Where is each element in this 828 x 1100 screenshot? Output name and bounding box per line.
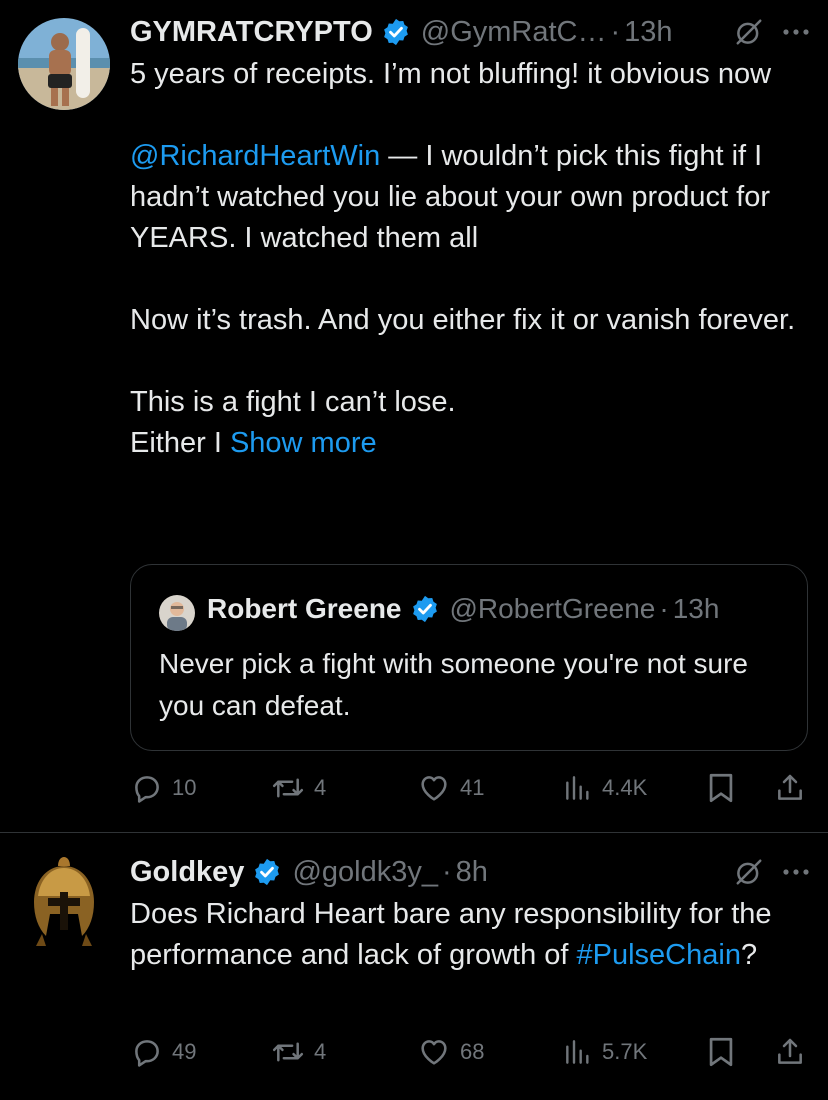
grok-icon[interactable] [734, 857, 764, 887]
tweet-text-line: This is a fight I can’t lose. [130, 386, 456, 418]
tweet-text-line: Either I Show more [130, 423, 798, 464]
bookmark-button[interactable] [706, 768, 744, 808]
heart-icon [416, 771, 460, 805]
share-icon [774, 771, 814, 805]
views-count: 5.7K [602, 1039, 648, 1064]
tweet-text-line: 5 years of receipts. I’m not bluffing! i… [130, 58, 772, 90]
quoted-avatar[interactable] [159, 595, 195, 631]
analytics-icon [562, 772, 602, 804]
bookmark-button[interactable] [706, 1032, 744, 1072]
reply-count: 49 [172, 1039, 197, 1064]
grok-icon[interactable] [734, 17, 764, 47]
repost-button[interactable]: 4 [270, 1032, 326, 1072]
timestamp[interactable]: 8h [456, 856, 488, 889]
show-more-link[interactable]: Show more [230, 427, 377, 459]
tweet-header: Goldkey @goldk3y_ · 8h [130, 852, 810, 892]
separator-dot: · [659, 593, 669, 624]
quoted-text: Never pick a fight with someone you're n… [159, 648, 748, 721]
tweet-text-span: Either I [130, 427, 230, 459]
reply-icon [130, 1035, 172, 1069]
tweet-text-line: Now it’s trash. And you either fix it or… [130, 304, 796, 336]
more-options-icon[interactable] [782, 27, 810, 37]
author-handle[interactable]: @GymRatC… [421, 16, 607, 49]
like-button[interactable]: 68 [416, 1032, 484, 1072]
repost-icon [270, 1035, 314, 1069]
quoted-header: Robert Greene @RobertGreene · 13h [207, 593, 719, 625]
mention-link[interactable]: @RichardHeartWin [130, 140, 380, 172]
views-button[interactable]: 4.4K [562, 768, 647, 808]
tweet-text: 5 years of receipts. I’m not bluffing! i… [130, 54, 798, 464]
author-name[interactable]: Goldkey [130, 856, 244, 889]
bookmark-icon [706, 1035, 744, 1069]
divider [0, 832, 828, 833]
hashtag-link[interactable]: #PulseChain [577, 939, 741, 971]
repost-count: 4 [314, 1039, 327, 1064]
like-button[interactable]: 41 [416, 768, 484, 808]
author-name[interactable]: GYMRATCRYPTO [130, 16, 373, 49]
verified-badge-icon [252, 857, 282, 887]
more-options-icon[interactable] [782, 867, 810, 877]
views-count: 4.4K [602, 775, 648, 800]
repost-icon [270, 771, 314, 805]
separator-dot: · [441, 855, 452, 888]
views-button[interactable]: 5.7K [562, 1032, 647, 1072]
action-bar: 49 4 68 5.7K [130, 1032, 810, 1072]
analytics-icon [562, 1036, 602, 1068]
heart-icon [416, 1035, 460, 1069]
quoted-tweet[interactable]: Robert Greene @RobertGreene · 13h Never … [130, 564, 808, 751]
action-bar: 10 4 41 4.4K [130, 768, 810, 808]
timestamp[interactable]: 13h [624, 16, 672, 49]
like-count: 41 [460, 775, 485, 800]
separator-dot: · [610, 15, 621, 48]
repost-button[interactable]: 4 [270, 768, 326, 808]
reply-icon [130, 771, 172, 805]
avatar[interactable] [12, 856, 116, 960]
repost-count: 4 [314, 775, 327, 800]
verified-badge-icon [410, 594, 440, 624]
tweet-header: GYMRATCRYPTO @GymRatC… · 13h [130, 12, 810, 52]
quoted-author-name[interactable]: Robert Greene [207, 593, 402, 625]
tweet-text-span: ? [740, 939, 758, 971]
tweet-text-line: @RichardHeartWin — I wouldn’t pick this … [130, 136, 798, 259]
tweet[interactable]: GYMRATCRYPTO @GymRatC… · 13h 5 years of … [0, 0, 828, 832]
bookmark-icon [706, 771, 744, 805]
like-count: 68 [460, 1039, 485, 1064]
reply-button[interactable]: 49 [130, 1032, 196, 1072]
verified-badge-icon [381, 17, 411, 47]
reply-button[interactable]: 10 [130, 768, 196, 808]
tweet[interactable]: Goldkey @goldk3y_ · 8h Does Richard Hear… [0, 834, 828, 1100]
reply-count: 10 [172, 775, 197, 800]
avatar[interactable] [18, 18, 110, 110]
share-button[interactable] [774, 768, 814, 808]
tweet-text: Does Richard Heart bare any responsibili… [130, 894, 798, 976]
quoted-timestamp[interactable]: 13h [673, 593, 720, 625]
share-icon [774, 1035, 814, 1069]
share-button[interactable] [774, 1032, 814, 1072]
quoted-author-handle[interactable]: @RobertGreene [450, 593, 656, 625]
author-handle[interactable]: @goldk3y_ [292, 856, 438, 889]
